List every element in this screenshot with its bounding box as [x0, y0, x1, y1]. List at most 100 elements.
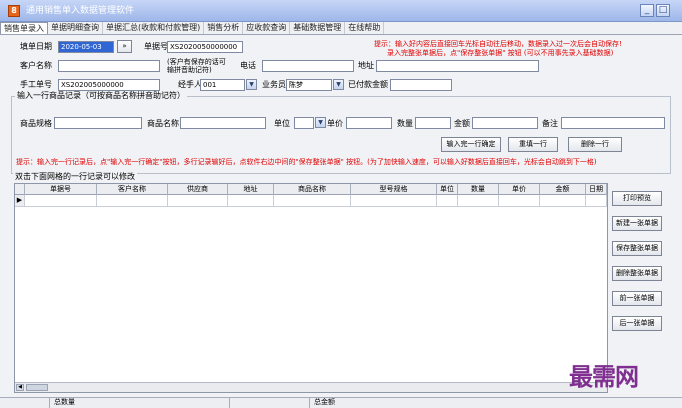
col-unit[interactable]: 单位 [437, 184, 458, 195]
total-amount-label: 总金额 [314, 398, 335, 406]
cell-bill-no[interactable] [25, 195, 97, 206]
total-quantity-label: 总数量 [50, 398, 230, 408]
cell-date[interactable] [586, 195, 607, 206]
unit-dropdown-icon[interactable]: ▼ [315, 117, 326, 128]
spec-label: 商品规格 [20, 119, 52, 128]
entry-group-title: 输入一行商品记录（可按商品名称拼音助记符） [15, 91, 187, 101]
spec-field[interactable] [54, 117, 142, 129]
status-bar: 总数量 总金额 [0, 397, 682, 408]
tab-bar: 销售单录入 单据明细查询 单据汇总(收款和付款管理) 销售分析 应收款查询 基础… [0, 22, 682, 35]
status-cell [230, 398, 310, 408]
scroll-thumb[interactable] [26, 384, 48, 391]
hint-bottom: 提示：输入完一行记录后，点"输入完一行确定"按钮，多行记录输好后，点软件右边中间… [16, 158, 597, 166]
customer-label: 客户名称 [20, 61, 52, 70]
product-name-field[interactable] [180, 117, 266, 129]
tab-bill-detail-query[interactable]: 单据明细查询 [48, 22, 103, 34]
handler-dropdown-icon[interactable]: ▼ [246, 79, 257, 90]
tab-receivables-query[interactable]: 应收款查询 [243, 22, 291, 34]
col-model-spec[interactable]: 型号规格 [351, 184, 437, 195]
paid-amount-field[interactable] [390, 79, 452, 91]
hint-top-2: 录入完整张单据后，点"保存整张单据" 按钮 (可以不用事先录入基础数据) [387, 49, 614, 57]
grid-header: 单据号 客户名称 供应商 地址 商品名称 型号规格 单位 数量 单价 金额 日期 [15, 184, 607, 195]
customer-note: (客户有保存的话可输拼音助记符) [167, 58, 226, 74]
col-bill-no[interactable]: 单据号 [25, 184, 97, 195]
cell-unit[interactable] [437, 195, 458, 206]
product-name-label: 商品名称 [147, 119, 179, 128]
new-bill-button[interactable]: 新建一张单据 [612, 216, 662, 231]
tab-sales-entry[interactable]: 销售单录入 [0, 22, 48, 34]
handler-select[interactable]: 001 [200, 79, 245, 91]
grid-indicator-header [15, 184, 25, 195]
bill-no-field[interactable]: XS2020050000000 [167, 41, 243, 53]
col-product-name[interactable]: 商品名称 [274, 184, 351, 195]
cell-model-spec[interactable] [351, 195, 437, 206]
col-date[interactable]: 日期 [586, 184, 607, 195]
remark-label: 备注 [542, 119, 558, 128]
amount-field[interactable] [472, 117, 538, 129]
cell-address[interactable] [228, 195, 274, 206]
next-bill-button[interactable]: 后一张单据 [612, 316, 662, 331]
cell-price[interactable] [499, 195, 540, 206]
cell-quantity[interactable] [458, 195, 499, 206]
maximize-button[interactable]: □ [656, 4, 670, 17]
paid-amount-label: 已付款金额 [348, 80, 388, 89]
scroll-left-icon[interactable]: ◀ [16, 384, 24, 391]
quantity-field[interactable] [415, 117, 451, 129]
date-label: 填单日期 [20, 42, 52, 51]
hint-top-1: 提示：输入好内容后直接回车光标自动往后移动，数据录入过一次后会自动保存! [374, 40, 622, 48]
price-label: 单价 [327, 119, 343, 128]
address-label: 地址 [358, 61, 374, 70]
col-customer[interactable]: 客户名称 [97, 184, 168, 195]
tab-sales-analysis[interactable]: 销售分析 [204, 22, 244, 34]
status-spacer [0, 398, 50, 408]
unit-select[interactable] [294, 117, 314, 129]
save-bill-button[interactable]: 保存整张单据 [612, 241, 662, 256]
tab-online-help[interactable]: 在线帮助 [345, 22, 385, 34]
print-preview-button[interactable]: 打印预览 [612, 191, 662, 206]
col-quantity[interactable]: 数量 [458, 184, 499, 195]
delete-row-button[interactable]: 删除一行 [568, 137, 622, 152]
salesman-dropdown-icon[interactable]: ▼ [333, 79, 344, 90]
previous-bill-button[interactable]: 前一张单据 [612, 291, 662, 306]
address-field[interactable] [376, 60, 539, 72]
date-field[interactable]: 2020-05-03 [58, 41, 114, 53]
records-grid[interactable]: 单据号 客户名称 供应商 地址 商品名称 型号规格 单位 数量 单价 金额 日期… [14, 183, 608, 393]
quantity-label: 数量 [397, 119, 413, 128]
title-bar: 8 通用销售单入数据管理软件 _ □ [0, 0, 682, 22]
cell-amount[interactable] [540, 195, 586, 206]
bill-no-label: 单据号 [144, 42, 168, 51]
cell-customer[interactable] [97, 195, 168, 206]
phone-field[interactable] [262, 60, 354, 72]
manual-no-field[interactable]: XS202005000000 [58, 79, 160, 91]
tab-bill-summary[interactable]: 单据汇总(收款和付款管理) [103, 22, 205, 34]
col-address[interactable]: 地址 [228, 184, 274, 195]
col-supplier[interactable]: 供应商 [168, 184, 228, 195]
minimize-button[interactable]: _ [640, 4, 654, 17]
confirm-row-button[interactable]: 输入完一行确定 [441, 137, 501, 152]
clear-row-button[interactable]: 重填一行 [508, 137, 558, 152]
row-pointer-icon: ▶ [15, 195, 25, 206]
col-amount[interactable]: 金额 [540, 184, 586, 195]
grid-title: 双击下面网格的一行记录可以修改 [13, 172, 137, 182]
handler-label: 经手人 [178, 80, 202, 89]
cell-product-name[interactable] [274, 195, 351, 206]
date-picker-button[interactable]: » [117, 40, 132, 53]
horizontal-scrollbar[interactable]: ◀ [15, 382, 607, 392]
watermark-logo: 最需网 [569, 362, 639, 391]
unit-label: 单位 [274, 119, 290, 128]
salesman-label: 业务员 [262, 80, 286, 89]
phone-label: 电话 [240, 61, 256, 70]
price-field[interactable] [346, 117, 392, 129]
table-row[interactable]: ▶ [15, 195, 607, 207]
col-price[interactable]: 单价 [499, 184, 540, 195]
delete-bill-button[interactable]: 删除整张单据 [612, 266, 662, 281]
window-title: 通用销售单入数据管理软件 [26, 6, 135, 16]
salesman-select[interactable]: 陈梦 [286, 79, 332, 91]
customer-field[interactable] [58, 60, 160, 72]
tab-base-data[interactable]: 基础数据管理 [290, 22, 346, 34]
remark-field[interactable] [561, 117, 665, 129]
app-icon: 8 [8, 5, 20, 17]
amount-label: 金额 [454, 119, 470, 128]
cell-supplier[interactable] [168, 195, 228, 206]
manual-no-label: 手工单号 [20, 80, 52, 89]
